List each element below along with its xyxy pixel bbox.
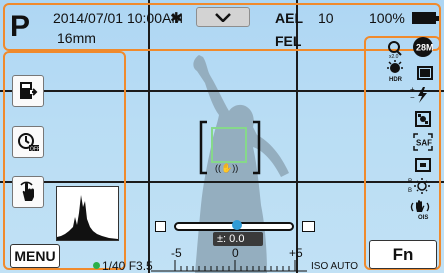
svg-text:OFF: OFF <box>30 147 39 153</box>
histogram-graph <box>57 195 118 240</box>
ae-lock-indicator: AEL <box>275 10 303 26</box>
fn-button[interactable]: Fn <box>369 240 437 269</box>
battery-percent: 100% <box>369 10 405 26</box>
save-icon <box>20 82 38 99</box>
hdr-icon[interactable]: HDR <box>382 60 408 82</box>
expand-dropdown-button[interactable] <box>196 7 250 27</box>
image-size-icon[interactable]: 28M <box>410 36 436 58</box>
bluetooth-icon: ✱ <box>170 10 183 27</box>
brightness-dark-icon <box>155 221 166 232</box>
exposure-slider-knob[interactable] <box>232 220 242 230</box>
white-balance-icon[interactable]: RB <box>406 175 432 197</box>
svg-text:−: − <box>410 93 415 102</box>
touch-shutter-button[interactable] <box>12 176 44 208</box>
histogram <box>56 186 119 241</box>
flash-icon[interactable]: + − <box>408 84 434 106</box>
smart-zoom-icon[interactable]: x2.0 <box>382 38 408 60</box>
shooting-mode[interactable]: P <box>10 10 30 44</box>
timer-off-icon: OFF <box>18 133 39 153</box>
aspect-ratio-icon[interactable] <box>412 62 438 84</box>
metering-icon[interactable] <box>410 108 436 130</box>
af-point[interactable] <box>211 127 247 163</box>
hand-touch-icon <box>20 181 34 201</box>
svg-text:x2.0: x2.0 <box>389 54 399 58</box>
battery-icon <box>412 12 439 24</box>
svg-text:HDR: HDR <box>389 77 403 82</box>
af-mode-icon[interactable]: SAF <box>410 131 436 153</box>
svg-text:28M: 28M <box>416 43 434 53</box>
shots-remaining: 10 <box>318 10 334 26</box>
date-time: 2014/07/01 10:00AM <box>53 10 183 26</box>
focus-confirm-dot <box>93 262 100 269</box>
save-settings-button[interactable] <box>12 75 44 107</box>
fe-lock-indicator: FEL <box>275 33 302 49</box>
self-timer-button[interactable]: OFF <box>12 126 44 158</box>
chevron-down-icon <box>215 13 231 22</box>
svg-text:SAF: SAF <box>416 139 432 148</box>
svg-text:R: R <box>408 179 413 185</box>
ois-icon[interactable]: OIS <box>408 198 434 220</box>
menu-button[interactable]: MENU <box>10 244 60 268</box>
svg-text:B: B <box>408 188 412 194</box>
af-area-icon[interactable] <box>410 154 436 176</box>
camera-shake-icon: ((✋)) <box>215 163 239 173</box>
svg-text:OIS: OIS <box>418 215 428 220</box>
exposure-value-badge: ±: 0.0 <box>213 232 263 246</box>
exposure-scale <box>151 260 307 272</box>
brightness-bright-icon <box>302 221 315 232</box>
iso-value: ISO AUTO <box>311 261 359 272</box>
shutter-aperture: 1/40 F3.5 <box>102 259 153 273</box>
focal-length: 16mm <box>57 30 96 46</box>
camera-viewfinder: P 2014/07/01 10:00AM 16mm ✱ AEL FEL 10 1… <box>0 0 444 273</box>
